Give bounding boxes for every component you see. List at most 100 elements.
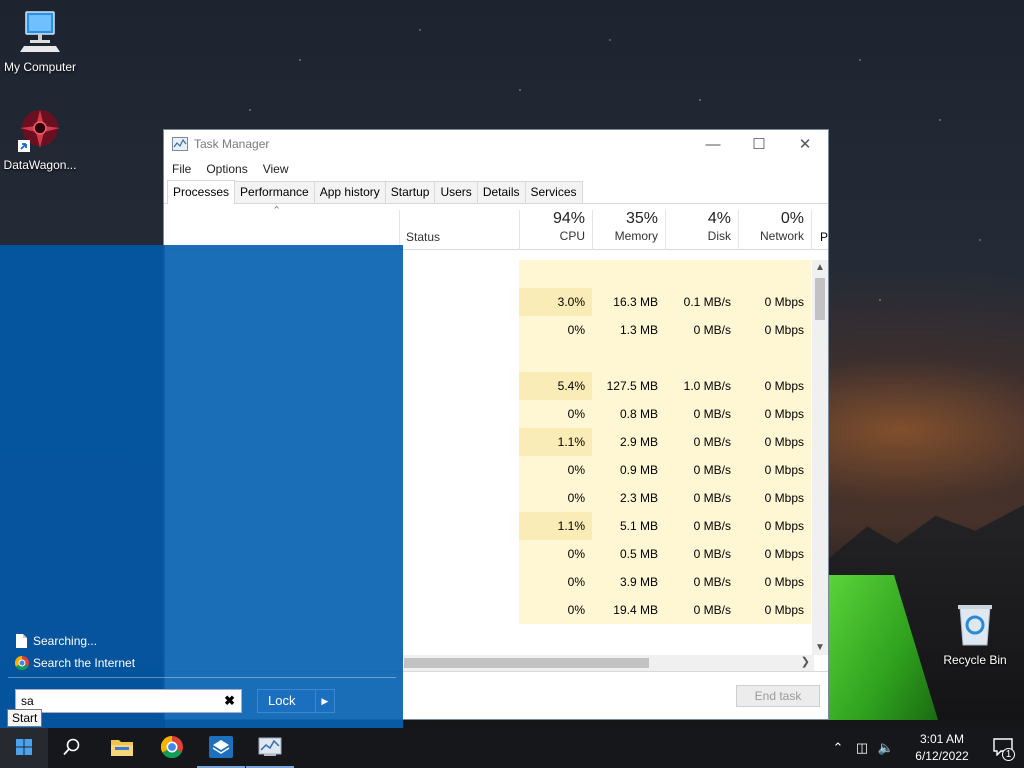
maximize-icon: ☐ [752, 136, 766, 153]
maximize-button[interactable]: ☐ [736, 130, 782, 158]
volume-icon[interactable]: 🔈 [874, 740, 898, 756]
network-total: 0% [780, 210, 804, 227]
task-manager-icon [172, 137, 188, 151]
cpu-cell: 1.1% [519, 512, 592, 540]
disk-cell: 0 MB/s [665, 456, 738, 484]
taskbar-app[interactable] [197, 728, 245, 768]
taskbar-search-button[interactable] [48, 728, 96, 768]
window-title: Task Manager [194, 137, 270, 151]
datawagon-icon [0, 108, 80, 155]
column-cpu[interactable]: 94% CPU [519, 210, 592, 250]
cpu-cell: 0% [519, 484, 592, 512]
network-cell: 0 Mbps [738, 400, 811, 428]
tray-expand-chevron-icon[interactable]: ⌃ [826, 740, 850, 756]
column-disk[interactable]: 4% Disk [665, 210, 738, 250]
memory-cell: 2.9 MB [592, 428, 665, 456]
scroll-up-icon[interactable]: ▲ [812, 262, 828, 273]
result-search-internet[interactable]: Search the Internet [14, 655, 135, 671]
cpu-cell: 0% [519, 316, 592, 344]
taskbar-chrome[interactable] [148, 728, 196, 768]
desktop-icon-recycle-bin[interactable]: Recycle Bin [935, 603, 1015, 667]
memory-cell: 127.5 MB [592, 372, 665, 400]
recycle-bin-icon [935, 603, 1015, 650]
tab-performance[interactable]: Performance [234, 181, 315, 203]
desktop-icon-my-computer[interactable]: My Computer [0, 10, 80, 74]
disk-cell: 0 MB/s [665, 316, 738, 344]
network-cell: 0 Mbps [738, 596, 811, 624]
close-icon: ✕ [798, 136, 812, 153]
minimize-button[interactable]: — [690, 130, 736, 158]
separator [8, 677, 396, 678]
result-searching[interactable]: Searching... [15, 634, 97, 648]
disk-cell: 0 MB/s [665, 400, 738, 428]
network-cell [738, 260, 811, 288]
lock-options-arrow-icon[interactable]: ▶ [314, 690, 334, 712]
disk-cell: 0 MB/s [665, 484, 738, 512]
tab-startup[interactable]: Startup [384, 181, 436, 203]
disk-cell: 1.0 MB/s [665, 372, 738, 400]
start-icon [16, 738, 32, 758]
notification-button[interactable]: 1 [982, 728, 1024, 768]
search-input[interactable] [16, 690, 216, 712]
menu-view[interactable]: View [263, 162, 289, 176]
lock-label: Lock [268, 693, 296, 708]
cpu-cell: 1.1% [519, 428, 592, 456]
cpu-cell: 0% [519, 568, 592, 596]
cpu-cell: 5.4% [519, 372, 592, 400]
network-cell: 0 Mbps [738, 428, 811, 456]
cpu-cell: 0% [519, 540, 592, 568]
desktop-icon-label: Recycle Bin [943, 653, 1007, 667]
start-tooltip: Start [7, 709, 43, 727]
memory-cell [592, 344, 665, 372]
hscroll-thumb[interactable] [404, 658, 649, 668]
disk-cell: 0 MB/s [665, 540, 738, 568]
network-cell: 0 Mbps [738, 372, 811, 400]
column-power-truncated[interactable]: P [811, 210, 829, 250]
cpu-cell: 0% [519, 456, 592, 484]
scroll-right-icon[interactable]: ❯ [801, 655, 810, 668]
menu-options[interactable]: Options [206, 162, 247, 176]
memory-total: 35% [625, 210, 658, 227]
chrome-icon [160, 735, 183, 761]
scroll-down-icon[interactable]: ▼ [812, 642, 828, 653]
memory-cell: 3.9 MB [592, 568, 665, 596]
clock[interactable]: 3:01 AM 6/12/2022 [902, 731, 982, 765]
taskbar-file-explorer[interactable] [98, 728, 146, 768]
tab-services[interactable]: Services [524, 181, 583, 203]
desktop-icon-label: DataWagon... [3, 158, 77, 172]
scroll-thumb[interactable] [815, 278, 825, 320]
network-cell [738, 344, 811, 372]
disk-total: 4% [707, 210, 731, 227]
minimize-icon: — [705, 135, 721, 153]
taskbar-task-manager[interactable] [246, 728, 294, 768]
vertical-scrollbar[interactable]: ▲ ▼ [812, 260, 828, 655]
memory-cell: 19.4 MB [592, 596, 665, 624]
desktop-icon-datawagon[interactable]: DataWagon... [0, 108, 80, 172]
horizontal-scrollbar[interactable]: ❯ [404, 655, 814, 671]
memory-cell: 1.3 MB [592, 316, 665, 344]
title-bar[interactable]: Task Manager — ☐ ✕ [164, 130, 828, 158]
menu-file[interactable]: File [172, 162, 191, 176]
notification-count: 1 [1002, 748, 1015, 761]
column-status[interactable]: Status [399, 210, 519, 250]
column-header-row: ⌃ Status 94% CPU 35% Memory 4% Disk 0% N… [164, 204, 828, 250]
start-button[interactable] [0, 728, 48, 768]
end-task-button[interactable]: End task [736, 685, 820, 707]
disk-cell: 0.1 MB/s [665, 288, 738, 316]
cpu-total: 94% [552, 210, 585, 227]
column-network[interactable]: 0% Network [738, 210, 811, 250]
column-memory[interactable]: 35% Memory [592, 210, 665, 250]
network-cell: 0 Mbps [738, 568, 811, 596]
disk-cell: 0 MB/s [665, 568, 738, 596]
close-button[interactable]: ✕ [782, 130, 828, 158]
tab-details[interactable]: Details [476, 181, 526, 203]
lock-button[interactable]: Lock ▶ [257, 689, 335, 713]
task-manager-icon [258, 737, 282, 760]
clock-time: 3:01 AM [919, 732, 965, 746]
network-icon[interactable]: ◫ [850, 740, 874, 756]
search-box[interactable]: ✖ [15, 689, 242, 713]
tab-users[interactable]: Users [434, 181, 478, 203]
tab-processes[interactable]: Processes [167, 180, 236, 204]
tab-app-history[interactable]: App history [313, 181, 386, 203]
clear-search-icon[interactable]: ✖ [224, 693, 235, 709]
